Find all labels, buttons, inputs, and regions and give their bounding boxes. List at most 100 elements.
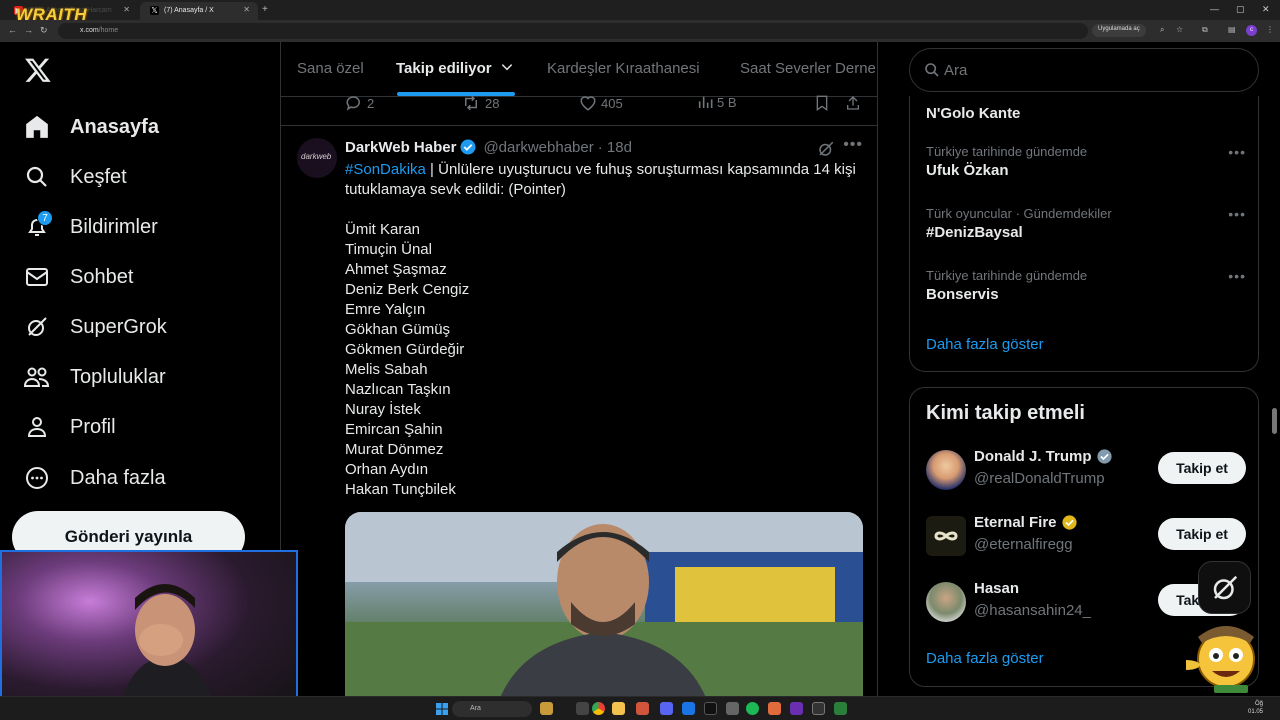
sidebar-item-explore[interactable]: Keşfet (24, 162, 127, 192)
sidebar-item-communities[interactable]: Topluluklar (24, 362, 166, 392)
clock-line: 01.05 (1248, 709, 1264, 715)
trend-item[interactable]: Türkiye tarihinde gündemde Bonservis ••• (926, 268, 1246, 303)
hashtag-link[interactable]: #SonDakika (345, 161, 426, 178)
search-icon (925, 63, 939, 77)
close-tab-icon[interactable]: ✕ (123, 5, 130, 14)
close-window-icon[interactable]: ✕ (1262, 4, 1270, 15)
taskbar-search[interactable]: Ara (452, 701, 532, 717)
file-explorer-icon[interactable] (612, 702, 625, 715)
app-icon[interactable] (540, 702, 553, 715)
app-icon[interactable] (636, 702, 649, 715)
name-line: Gökhan Gümüş (345, 321, 451, 338)
tab-following-label: Takip ediliyor (396, 60, 492, 77)
chrome-icon[interactable] (592, 702, 605, 715)
sidebar-item-profile[interactable]: Profil (24, 412, 116, 442)
reply-button[interactable]: 2 (345, 94, 374, 112)
bookmark-star-icon[interactable]: ☆ (1176, 25, 1183, 34)
open-in-app-chip[interactable]: Uygulamada aç (1092, 24, 1146, 37)
taskbar-clock[interactable]: Öğ 01.05 (1248, 700, 1263, 716)
views-button[interactable]: 5 B (697, 94, 737, 110)
communities-icon (24, 364, 50, 390)
sidebar-item-home[interactable]: Anasayfa (24, 112, 159, 142)
tweet-time[interactable]: · 18d (598, 139, 632, 156)
follow-button[interactable]: Takip et (1158, 518, 1246, 550)
forward-icon[interactable]: → (24, 25, 33, 35)
page-scrollbar[interactable] (1272, 408, 1277, 434)
app-icon[interactable] (790, 702, 803, 715)
tab-for-you[interactable]: Sana özel (297, 60, 364, 77)
trend-context: Türk oyuncular · Gündemdekiler (926, 206, 1112, 221)
more-options-icon[interactable]: ••• (843, 136, 863, 154)
suggestion-handle: @eternalfiregg (974, 536, 1073, 553)
app-icon[interactable] (726, 702, 739, 715)
back-icon[interactable]: ← (8, 25, 17, 35)
reload-icon[interactable]: ↻ (40, 25, 48, 36)
trend-title: #DenizBaysal (926, 224, 1023, 241)
avatar[interactable] (926, 582, 966, 622)
x-logo-icon[interactable] (24, 56, 52, 84)
sidebar-item-supergrok[interactable]: SuperGrok (24, 312, 167, 342)
minimize-icon[interactable]: — (1210, 4, 1219, 14)
avatar[interactable] (926, 516, 966, 556)
tweet[interactable]: darkweb DarkWeb Haber @darkwebhaber · 18… (281, 126, 877, 720)
tiktok-icon[interactable] (704, 702, 717, 715)
tab-following[interactable]: Takip ediliyor (396, 60, 514, 77)
url-path: /home (98, 27, 119, 34)
windows-start-icon[interactable] (436, 703, 448, 715)
profile-avatar[interactable]: c (1246, 25, 1257, 36)
trend-more-icon[interactable]: ••• (1228, 206, 1246, 222)
trends-show-more-link[interactable]: Daha fazla göster (926, 336, 1044, 353)
zoom-icon[interactable]: ⌕ (1160, 25, 1164, 35)
grok-explain-icon[interactable] (817, 140, 835, 158)
trend-item[interactable]: Türk oyuncular · Gündemdekiler #DenizBay… (926, 206, 1246, 241)
app-icon[interactable] (682, 702, 695, 715)
tab-list-kardesler[interactable]: Kardeşler Kıraathanesi (547, 60, 700, 77)
tweet-author-name[interactable]: DarkWeb Haber (345, 139, 456, 156)
avatar-text: darkweb (301, 152, 332, 161)
repost-button[interactable]: 28 (461, 94, 499, 112)
follow-suggestion[interactable]: Eternal Fire @eternalfiregg Takip et (926, 514, 1246, 558)
sidebar-item-label: Keşfet (70, 165, 127, 188)
grok-floating-button[interactable] (1198, 561, 1251, 614)
tweet-media-image[interactable] (345, 512, 863, 712)
sidepanel-icon[interactable]: ▤ (1228, 25, 1236, 34)
app-icon[interactable] (576, 702, 589, 715)
url-field[interactable]: x.com/home (58, 23, 1088, 39)
maximize-icon[interactable]: ▢ (1236, 4, 1245, 15)
trend-item[interactable]: N'Golo Kante (926, 102, 1246, 122)
tweet-author-handle[interactable]: @darkwebhaber (483, 139, 593, 156)
menu-icon[interactable]: ⋮ (1266, 25, 1274, 34)
follow-button[interactable]: Takip et (1158, 452, 1246, 484)
reply-count: 2 (367, 95, 375, 111)
sidebar-item-more[interactable]: Daha fazla (24, 463, 166, 493)
like-button[interactable]: 405 (579, 94, 623, 112)
sidebar-item-label: Topluluklar (70, 365, 166, 388)
avatar[interactable] (926, 450, 966, 490)
tweet-author-avatar[interactable]: darkweb (297, 138, 337, 178)
sidebar-item-messages[interactable]: Sohbet (24, 262, 133, 292)
app-icon[interactable] (812, 702, 825, 715)
trend-more-icon[interactable]: ••• (1228, 268, 1246, 284)
extensions-icon[interactable]: ⧉ (1202, 25, 1208, 35)
follow-show-more-link[interactable]: Daha fazla göster (926, 650, 1044, 667)
gray-verified-icon (1096, 449, 1112, 464)
share-button[interactable] (845, 94, 865, 112)
browser-tab-active[interactable]: 𝕏 (7) Anasayfa / X ✕ (140, 2, 258, 20)
tab-list-saat-severler[interactable]: Saat Severler Derne (740, 60, 876, 77)
new-tab-icon[interactable]: + (262, 4, 268, 15)
trend-item[interactable]: Türkiye tarihinde gündemde Ufuk Özkan ••… (926, 144, 1246, 179)
close-tab-icon[interactable]: ✕ (243, 5, 250, 14)
name-line: Deniz Berk Cengiz (345, 281, 470, 298)
name-line: Murat Dönmez (345, 441, 444, 458)
trend-more-icon[interactable]: ••• (1228, 144, 1246, 160)
sidebar-item-notifications[interactable]: 7 Bildirimler (24, 210, 158, 242)
suggestion-name-text: Donald J. Trump (974, 448, 1092, 465)
bookmark-button[interactable] (814, 94, 834, 112)
follow-suggestion[interactable]: Donald J. Trump @realDonaldTrump Takip e… (926, 448, 1246, 492)
search-input[interactable]: Ara (909, 48, 1259, 92)
more-circle-icon (24, 465, 50, 491)
app-icon[interactable] (768, 702, 781, 715)
spotify-icon[interactable] (746, 702, 759, 715)
discord-icon[interactable] (660, 702, 673, 715)
app-icon[interactable] (834, 702, 847, 715)
